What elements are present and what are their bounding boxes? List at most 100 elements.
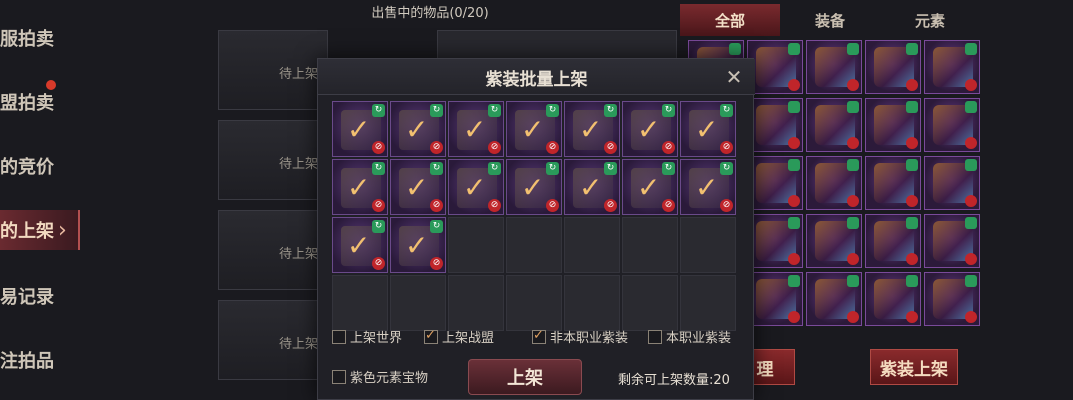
inventory-item[interactable]: [806, 98, 862, 152]
selection-grid: ✓ ↻ ⊘ ✓ ↻ ⊘ ✓ ↻ ⊘ ✓ ↻ ⊘ ✓ ↻ ⊘ ✓ ↻ ⊘ ✓ ↻ ⊘ ✓ ↻ ⊘ ✓ ↻ ⊘ ✓ ↻ ⊘ ✓ ↻ ⊘ ✓ ↻ ⊘ ✓ ↻ ⊘ ✓…: [332, 101, 740, 341]
inventory-item[interactable]: [806, 40, 862, 94]
option-purple-element[interactable]: 紫色元素宝物: [332, 367, 428, 386]
prohibited-icon: [788, 195, 800, 207]
empty-slot: [506, 217, 562, 273]
refresh-icon: ↻: [430, 104, 443, 117]
refresh-icon: [906, 217, 918, 229]
purple-item-slot[interactable]: ✓ ↻ ⊘: [332, 217, 388, 273]
inventory-item[interactable]: [747, 98, 803, 152]
prohibited-icon: [788, 137, 800, 149]
bulk-list-purple-button[interactable]: 紫装上架: [870, 349, 958, 385]
inventory-item[interactable]: [747, 214, 803, 268]
checkmark-icon: ✓: [463, 113, 487, 146]
inventory-item[interactable]: [924, 214, 980, 268]
inventory-item[interactable]: [747, 156, 803, 210]
listing-slot[interactable]: 待上架: [218, 120, 328, 200]
prohibited-icon: [788, 79, 800, 91]
purple-item-slot[interactable]: ✓ ↻ ⊘: [680, 101, 736, 157]
option-list-world[interactable]: 上架世界: [332, 327, 402, 346]
option-label: 非本职业紫装: [550, 331, 629, 346]
prohibited-icon: ⊘: [720, 199, 733, 212]
checkbox-element[interactable]: [332, 369, 346, 384]
purple-item-slot[interactable]: ✓ ↻ ⊘: [506, 159, 562, 215]
inventory-item[interactable]: [747, 272, 803, 326]
inventory-item[interactable]: [924, 40, 980, 94]
option-label: 上架战盟: [442, 331, 495, 346]
purple-item-slot[interactable]: ✓ ↻ ⊘: [448, 101, 504, 157]
purple-item-slot[interactable]: ✓ ↻ ⊘: [680, 159, 736, 215]
chevron-right-icon: ›: [58, 218, 67, 243]
empty-slot: [506, 275, 562, 331]
refresh-icon: ↻: [662, 104, 675, 117]
refresh-icon: ↻: [372, 220, 385, 233]
refresh-icon: ↻: [430, 220, 443, 233]
inventory-item[interactable]: [924, 98, 980, 152]
listing-slot[interactable]: 待上架: [218, 30, 328, 110]
tab-all[interactable]: 全部: [680, 4, 780, 36]
inventory-item[interactable]: [806, 272, 862, 326]
refresh-icon: ↻: [488, 104, 501, 117]
purple-item-slot[interactable]: ✓ ↻ ⊘: [564, 159, 620, 215]
refresh-icon: ↻: [662, 162, 675, 175]
checkbox-world[interactable]: [332, 329, 346, 344]
refresh-icon: [965, 101, 977, 113]
refresh-icon: [965, 275, 977, 287]
inventory-item[interactable]: [865, 40, 921, 94]
purple-item-slot[interactable]: ✓ ↻ ⊘: [390, 159, 446, 215]
empty-slot: [448, 217, 504, 273]
option-non-class-purple[interactable]: 非本职业紫装: [532, 327, 628, 346]
inventory-item[interactable]: [806, 214, 862, 268]
nav-my-bids[interactable]: 的竞价: [0, 146, 80, 186]
checkmark-icon: ✓: [579, 113, 603, 146]
prohibited-icon: ⊘: [604, 141, 617, 154]
nav-followed-items[interactable]: 注拍品: [0, 340, 80, 380]
remaining-count: 剩余可上架数量:20: [618, 373, 730, 388]
inventory-item[interactable]: [806, 156, 862, 210]
refresh-icon: [847, 159, 859, 171]
nav-guild-auction[interactable]: 盟拍卖: [0, 82, 80, 122]
checkbox-guild[interactable]: [424, 328, 438, 344]
refresh-icon: ↻: [372, 162, 385, 175]
checkmark-icon: ✓: [637, 113, 661, 146]
inventory-item[interactable]: [924, 156, 980, 210]
inventory-item[interactable]: [747, 40, 803, 94]
purple-item-slot[interactable]: ✓ ↻ ⊘: [622, 101, 678, 157]
purple-item-slot[interactable]: ✓ ↻ ⊘: [390, 101, 446, 157]
purple-item-slot[interactable]: ✓ ↻ ⊘: [332, 159, 388, 215]
prohibited-icon: ⊘: [546, 141, 559, 154]
inventory-item[interactable]: [924, 272, 980, 326]
purple-item-slot[interactable]: ✓ ↻ ⊘: [622, 159, 678, 215]
purple-item-slot[interactable]: ✓ ↻ ⊘: [390, 217, 446, 273]
refresh-icon: ↻: [720, 104, 733, 117]
nav-label: 的上架: [0, 221, 54, 242]
option-class-purple[interactable]: 本职业紫装: [648, 327, 731, 346]
inventory-item[interactable]: [865, 272, 921, 326]
inventory-item[interactable]: [865, 98, 921, 152]
purple-item-slot[interactable]: ✓ ↻ ⊘: [332, 101, 388, 157]
refresh-icon: [788, 275, 800, 287]
purple-item-slot[interactable]: ✓ ↻ ⊘: [448, 159, 504, 215]
tab-element[interactable]: 元素: [880, 4, 980, 36]
refresh-icon: [847, 43, 859, 55]
inventory-item[interactable]: [865, 214, 921, 268]
option-list-guild[interactable]: 上架战盟: [424, 327, 494, 346]
empty-slot: [622, 275, 678, 331]
inventory-item[interactable]: [865, 156, 921, 210]
checkbox-non-class[interactable]: [532, 328, 546, 344]
prohibited-icon: [788, 311, 800, 323]
nav-trade-history[interactable]: 易记录: [0, 276, 80, 316]
listing-slot[interactable]: 待上架: [218, 300, 328, 380]
refresh-icon: [965, 159, 977, 171]
close-icon[interactable]: ✕: [722, 65, 746, 89]
purple-item-slot[interactable]: ✓ ↻ ⊘: [564, 101, 620, 157]
checkbox-class[interactable]: [648, 329, 662, 344]
list-button[interactable]: 上架: [468, 359, 582, 395]
prohibited-icon: [847, 137, 859, 149]
refresh-icon: ↻: [546, 104, 559, 117]
bulk-list-dialog: 紫装批量上架 ✕ ✓ ↻ ⊘ ✓ ↻ ⊘ ✓ ↻ ⊘ ✓ ↻ ⊘ ✓ ↻ ⊘ ✓ ↻ ⊘ ✓ ↻ ⊘ ✓ ↻ ⊘ ✓ ↻ ⊘ ✓ ↻ ⊘ ✓…: [317, 58, 755, 400]
listing-slot[interactable]: 待上架: [218, 210, 328, 290]
purple-item-slot[interactable]: ✓ ↻ ⊘: [506, 101, 562, 157]
empty-slot: [332, 275, 388, 331]
tab-equipment[interactable]: 装备: [780, 4, 880, 36]
nav-server-auction[interactable]: 服拍卖: [0, 18, 80, 58]
